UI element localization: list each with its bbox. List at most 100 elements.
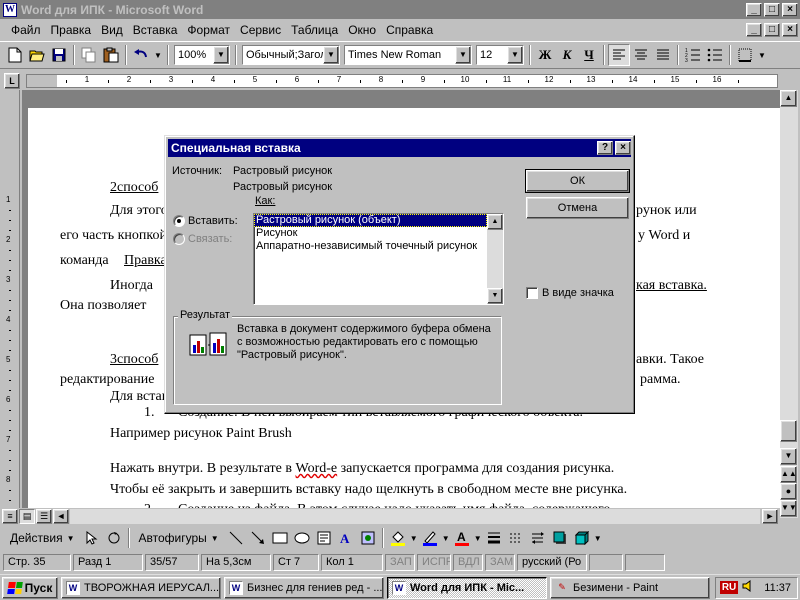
start-button[interactable]: Пуск (2, 576, 58, 599)
minimize-button[interactable]: _ (746, 2, 762, 17)
menu-window[interactable]: Окно (343, 23, 381, 37)
menu-table[interactable]: Таблица (286, 23, 343, 37)
font-size-combo[interactable]: 12 ▼ (476, 45, 524, 65)
numbered-list-icon[interactable]: 123 (682, 44, 704, 66)
line-dropdown-icon[interactable]: ▼ (441, 527, 451, 549)
close-button[interactable]: × (782, 2, 798, 17)
bullet-list-icon[interactable] (704, 44, 726, 66)
clipart-icon[interactable] (357, 527, 379, 549)
tab-selector-button[interactable]: L (4, 73, 20, 89)
paste-as-list[interactable]: Растровый рисунок (объект) Рисунок Аппар… (253, 213, 504, 305)
paste-clipboard-icon[interactable] (100, 44, 122, 66)
doc-close-button[interactable]: × (782, 22, 798, 37)
display-as-icon-label[interactable]: В виде значка (542, 287, 614, 299)
list-item[interactable]: Аппаратно-независимый точечный рисунок (254, 240, 487, 253)
new-document-icon[interactable] (4, 44, 26, 66)
scroll-up-button[interactable]: ▲ (780, 90, 797, 107)
align-left-icon[interactable] (608, 44, 630, 66)
dialog-titlebar[interactable]: Специальная вставка ? × (168, 139, 631, 157)
undo-dropdown-icon[interactable]: ▼ (152, 44, 164, 66)
doc-restore-button[interactable]: □ (764, 22, 780, 37)
dialog-close-button[interactable]: × (615, 141, 631, 155)
status-track-changes[interactable]: ИСПР (417, 553, 451, 571)
line-color-icon[interactable] (419, 527, 441, 549)
next-page-button[interactable]: ▼▼ (780, 500, 797, 517)
taskbar-item[interactable]: W ТВОРОЖНАЯ ИЕРУСАЛ... (61, 576, 221, 599)
status-extend[interactable]: ВДЛ (453, 553, 483, 571)
ok-button[interactable]: ОК (525, 169, 630, 193)
word-app-icon[interactable]: W (3, 2, 17, 17)
scroll-right-button[interactable]: ► (762, 509, 778, 524)
volume-icon[interactable] (742, 580, 754, 595)
font-color-dropdown-icon[interactable]: ▼ (473, 527, 483, 549)
list-item[interactable]: Рисунок (254, 227, 487, 240)
fill-color-icon[interactable] (387, 527, 409, 549)
font-color-icon[interactable]: A (451, 527, 473, 549)
free-rotate-icon[interactable] (103, 527, 125, 549)
prev-page-button[interactable]: ▲▲ (780, 466, 797, 483)
chevron-down-icon[interactable]: ▼ (507, 46, 523, 64)
vertical-scrollbar[interactable]: ▲ ▼ ▲▲ ● ▼▼ (780, 90, 798, 518)
language-indicator[interactable]: RU (719, 581, 739, 594)
status-record[interactable]: ЗАП (385, 553, 415, 571)
style-combo[interactable]: Обычный;Загол ▼ (242, 45, 340, 65)
arrow-style-icon[interactable] (527, 527, 549, 549)
fill-dropdown-icon[interactable]: ▼ (409, 527, 419, 549)
bold-button[interactable]: Ж (534, 44, 556, 66)
align-center-icon[interactable] (630, 44, 652, 66)
taskbar-item[interactable]: ✎ Безимени - Paint (550, 576, 710, 599)
arrow-tool-icon[interactable] (247, 527, 269, 549)
list-item[interactable]: Растровый рисунок (объект) (254, 214, 487, 227)
cancel-button[interactable]: Отмена (526, 197, 629, 219)
paste-radio[interactable] (173, 215, 185, 227)
scroll-down-button[interactable]: ▼ (780, 448, 797, 465)
list-scrollbar[interactable]: ▲ ▼ (487, 214, 503, 304)
menu-help[interactable]: Справка (381, 23, 438, 37)
rectangle-tool-icon[interactable] (269, 527, 291, 549)
wordart-icon[interactable]: A (335, 527, 357, 549)
status-overtype[interactable]: ЗАМ (485, 553, 515, 571)
status-language[interactable]: русский (Ро (517, 553, 587, 571)
maximize-button[interactable]: □ (764, 2, 780, 17)
line-tool-icon[interactable] (225, 527, 247, 549)
select-pointer-icon[interactable] (81, 527, 103, 549)
browse-object-button[interactable]: ● (780, 483, 797, 500)
menu-tools[interactable]: Сервис (235, 23, 286, 37)
font-combo[interactable]: Times New Roman ▼ (344, 45, 472, 65)
textbox-tool-icon[interactable] (313, 527, 335, 549)
doc-minimize-button[interactable]: _ (746, 22, 762, 37)
scroll-thumb[interactable] (780, 420, 797, 442)
chevron-down-icon[interactable]: ▼ (323, 46, 339, 64)
paste-radio-label[interactable]: Вставить: (188, 215, 238, 227)
menu-edit[interactable]: Правка (46, 23, 97, 37)
menu-view[interactable]: Вид (96, 23, 128, 37)
line-style-icon[interactable] (483, 527, 505, 549)
normal-view-button[interactable]: ≡ (2, 509, 18, 524)
list-scroll-up-button[interactable]: ▲ (487, 214, 503, 230)
display-as-icon-checkbox[interactable] (526, 287, 538, 299)
borders-dropdown-icon[interactable]: ▼ (756, 44, 768, 66)
underline-button[interactable]: Ч (578, 44, 600, 66)
copy-icon[interactable] (78, 44, 100, 66)
link-radio[interactable] (173, 233, 185, 245)
3d-dropdown-icon[interactable]: ▼ (593, 527, 603, 549)
outline-view-button[interactable]: ☰ (36, 509, 52, 524)
taskbar-item-active[interactable]: W Word для ИПК - Mic... (387, 576, 547, 599)
open-folder-icon[interactable] (26, 44, 48, 66)
oval-tool-icon[interactable] (291, 527, 313, 549)
menu-format[interactable]: Формат (182, 23, 235, 37)
save-disk-icon[interactable] (48, 44, 70, 66)
borders-icon[interactable] (734, 44, 756, 66)
actions-button[interactable]: Действия ▼ (4, 531, 81, 545)
3d-icon[interactable] (571, 527, 593, 549)
justify-icon[interactable] (652, 44, 674, 66)
horizontal-scroll-track[interactable] (70, 509, 760, 524)
dash-style-icon[interactable] (505, 527, 527, 549)
taskbar-item[interactable]: W Бизнес для гениев ред - ... (224, 576, 384, 599)
shadow-icon[interactable] (549, 527, 571, 549)
menu-file[interactable]: Файл (6, 23, 46, 37)
dialog-help-button[interactable]: ? (597, 141, 613, 155)
undo-icon[interactable] (130, 44, 152, 66)
link-radio-label[interactable]: Связать: (188, 233, 232, 245)
list-scroll-down-button[interactable]: ▼ (487, 288, 503, 304)
